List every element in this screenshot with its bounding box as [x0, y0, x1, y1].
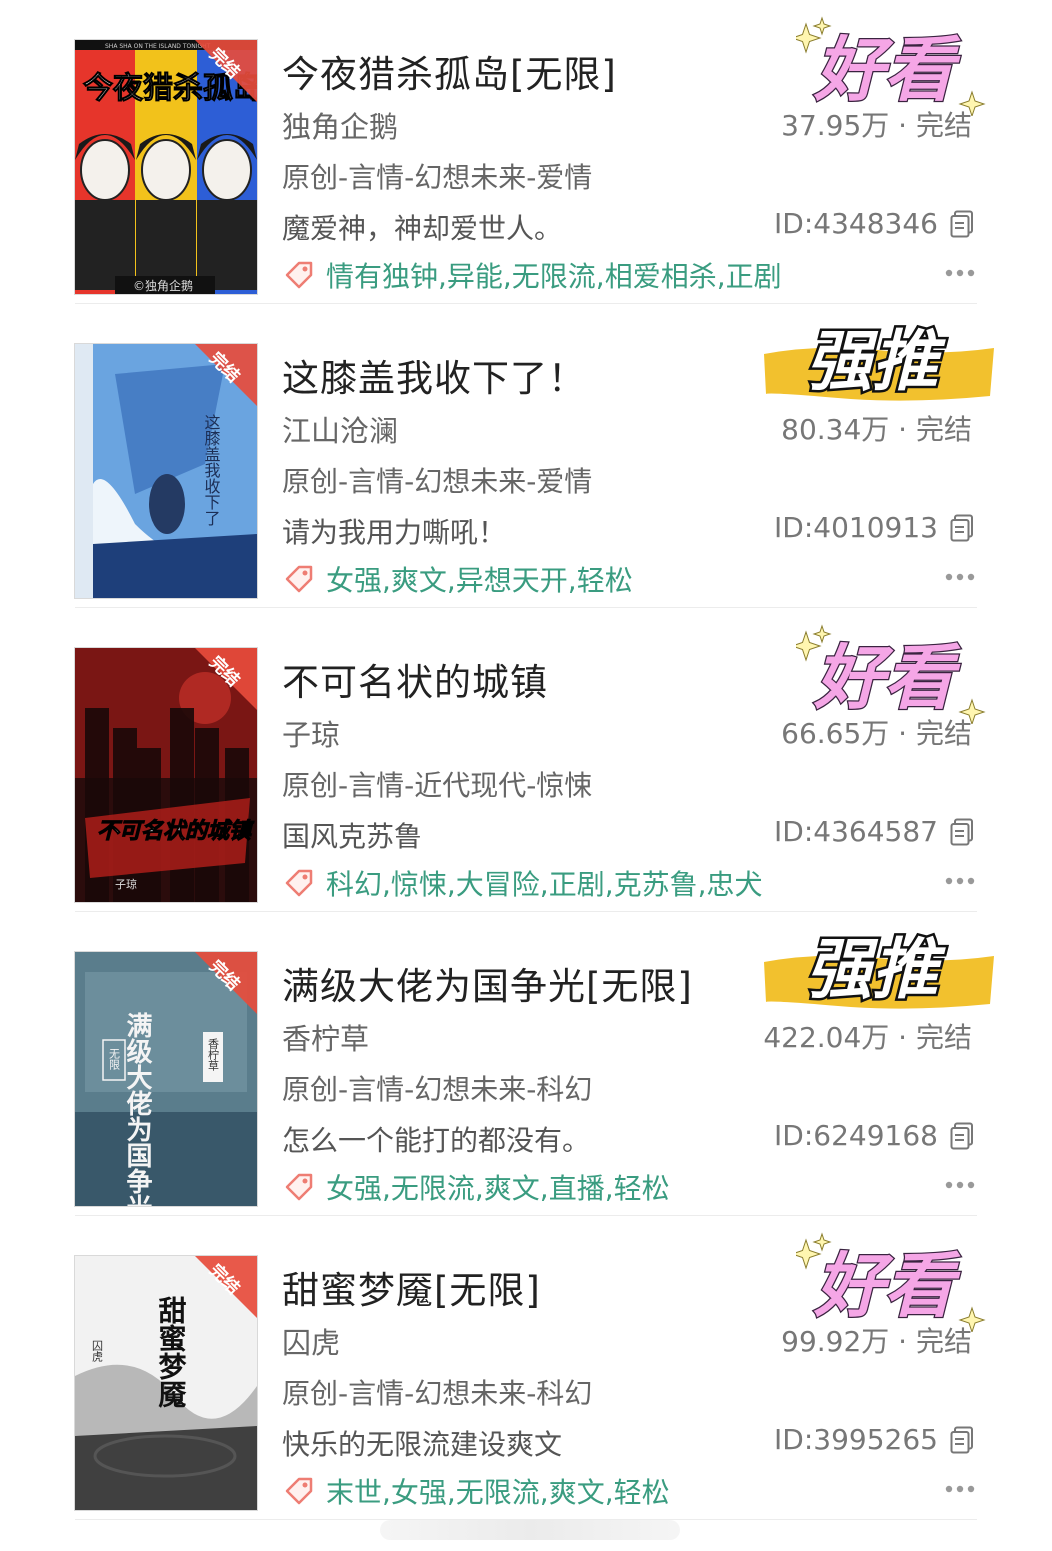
tag-list[interactable]: 女强,爽文,异想天开,轻松: [326, 559, 633, 599]
book-description: 国风克苏鲁: [282, 820, 423, 853]
cover-author: 囚虎: [91, 1340, 104, 1362]
copy-icon[interactable]: [950, 514, 974, 542]
book-author[interactable]: 江山沧澜: [282, 408, 398, 450]
tag-icon: [285, 869, 313, 897]
recommend-badge: 强推: [758, 314, 998, 404]
recommend-badge: 好看: [790, 16, 986, 118]
book-title[interactable]: 不可名状的城镇: [282, 652, 548, 706]
book-tags: 科幻,惊悚,大冒险,正剧,克苏鲁,忠犬: [282, 863, 763, 903]
book-genre: 原创-言情-幻想未来-科幻: [282, 1073, 593, 1106]
recommend-badge: 强推: [758, 922, 998, 1012]
book-genre: 原创-言情-幻想未来-爱情: [282, 465, 593, 498]
badge-text: 好看: [813, 1245, 961, 1327]
book-id: ID:4364587: [774, 815, 938, 848]
more-icon[interactable]: [944, 876, 976, 886]
book-description: 请为我用力嘶吼！: [282, 516, 507, 549]
book-author[interactable]: 子琼: [282, 712, 340, 754]
book-genre: 原创-言情-近代现代-惊悚: [282, 769, 593, 802]
book-genre: 原创-言情-幻想未来-科幻: [282, 1377, 593, 1410]
tag-icon: [285, 565, 313, 593]
copy-icon[interactable]: [950, 1122, 974, 1150]
book-id: ID:6249168: [774, 1119, 938, 1152]
book-title[interactable]: 今夜猎杀孤岛[无限]: [282, 44, 617, 98]
book-description: 快乐的无限流建设爽文: [282, 1428, 563, 1461]
book-id-row[interactable]: ID:4348346: [774, 207, 974, 240]
tag-icon: [285, 261, 313, 289]
book-tags: 女强,无限流,爽文,直播,轻松: [282, 1167, 670, 1207]
recommend-badge: 好看: [790, 624, 986, 726]
book-id-row[interactable]: ID:3995265: [774, 1423, 974, 1456]
cover-title: 甜蜜梦魇: [155, 1296, 188, 1409]
book-tags: 末世,女强,无限流,爽文,轻松: [282, 1471, 670, 1511]
cover-subtitle: 无限: [108, 1048, 121, 1070]
cover-title: 不可名状的城镇: [97, 818, 255, 844]
book-author[interactable]: 独角企鹅: [282, 104, 398, 146]
book-tags: 情有独钟,异能,无限流,相爱相杀,正剧: [282, 255, 782, 295]
cover-author: 子琼: [115, 877, 137, 891]
book-card[interactable]: 满级大佬为国争光 无限 香柠草 完结 满级大佬为国争光[无限] 香柠草 原创-言情-幻…: [0, 912, 1052, 1216]
book-card[interactable]: 甜蜜梦魇 囚虎 完结 甜蜜梦魇[无限] 囚虎 原创-言情-幻想未来-科幻 快乐的无限…: [0, 1216, 1052, 1520]
book-author[interactable]: 香柠草: [282, 1016, 369, 1058]
book-stats: 80.34万 · 完结: [781, 413, 972, 446]
badge-text: 好看: [813, 29, 961, 111]
copy-icon[interactable]: [950, 818, 974, 846]
tag-list[interactable]: 情有独钟,异能,无限流,相爱相杀,正剧: [326, 255, 782, 295]
book-title[interactable]: 甜蜜梦魇[无限]: [282, 1260, 541, 1314]
book-cover[interactable]: 这膝盖我收下了 完结: [75, 344, 257, 598]
book-cover[interactable]: 今夜猎杀孤岛 SHA SHA ON THE ISLAND TONIGHT ©独角企鹅…: [75, 40, 257, 294]
tag-list[interactable]: 女强,无限流,爽文,直播,轻松: [326, 1167, 670, 1207]
book-card[interactable]: 今夜猎杀孤岛 SHA SHA ON THE ISLAND TONIGHT ©独角企鹅…: [0, 0, 1052, 304]
cover-title: 满级大佬为国争光: [122, 1012, 153, 1206]
badge-text: 强推: [806, 931, 946, 1008]
badge-text: 强推: [806, 323, 946, 400]
book-title[interactable]: 满级大佬为国争光[无限]: [282, 956, 693, 1010]
book-card[interactable]: 这膝盖我收下了 完结 这膝盖我收下了！ 江山沧澜 原创-言情-幻想未来-爱情 请为…: [0, 304, 1052, 608]
book-id-row[interactable]: ID:4010913: [774, 511, 974, 544]
book-card[interactable]: 不可名状的城镇 子琼 完结 不可名状的城镇 子琼 原创-言情-近代现代-惊悚 国风克…: [0, 608, 1052, 912]
book-id-row[interactable]: ID:6249168: [774, 1119, 974, 1152]
cover-author: 香柠草: [207, 1038, 220, 1071]
scroll-indicator: [380, 1520, 680, 1540]
book-id-row[interactable]: ID:4364587: [774, 815, 974, 848]
tag-list[interactable]: 科幻,惊悚,大冒险,正剧,克苏鲁,忠犬: [326, 863, 763, 903]
more-icon[interactable]: [944, 1484, 976, 1494]
book-cover[interactable]: 满级大佬为国争光 无限 香柠草 完结: [75, 952, 257, 1206]
book-tags: 女强,爽文,异想天开,轻松: [282, 559, 633, 599]
copy-icon[interactable]: [950, 210, 974, 238]
book-stats: 422.04万 · 完结: [763, 1021, 972, 1054]
more-icon[interactable]: [944, 572, 976, 582]
cover-title: 这膝盖我收下了: [202, 414, 221, 526]
cover-author: ©独角企鹅: [133, 278, 193, 293]
tag-list[interactable]: 末世,女强,无限流,爽文,轻松: [326, 1471, 670, 1511]
tag-icon: [285, 1477, 313, 1505]
more-icon[interactable]: [944, 268, 976, 278]
more-icon[interactable]: [944, 1180, 976, 1190]
copy-icon[interactable]: [950, 1426, 974, 1454]
book-genre: 原创-言情-幻想未来-爱情: [282, 161, 593, 194]
book-id: ID:3995265: [774, 1423, 938, 1456]
book-id: ID:4348346: [774, 207, 938, 240]
book-cover[interactable]: 甜蜜梦魇 囚虎 完结: [75, 1256, 257, 1510]
recommend-badge: 好看: [790, 1232, 986, 1334]
book-id: ID:4010913: [774, 511, 938, 544]
book-author[interactable]: 囚虎: [282, 1320, 340, 1362]
cover-subtitle: SHA SHA ON THE ISLAND TONIGHT: [105, 43, 211, 50]
book-title[interactable]: 这膝盖我收下了！: [282, 348, 586, 402]
tag-icon: [285, 1173, 313, 1201]
badge-text: 好看: [813, 637, 961, 719]
book-description: 魔爱神，神却爱世人。: [282, 212, 563, 245]
book-cover[interactable]: 不可名状的城镇 子琼 完结: [75, 648, 257, 902]
book-description: 怎么一个能打的都没有。: [282, 1124, 591, 1157]
